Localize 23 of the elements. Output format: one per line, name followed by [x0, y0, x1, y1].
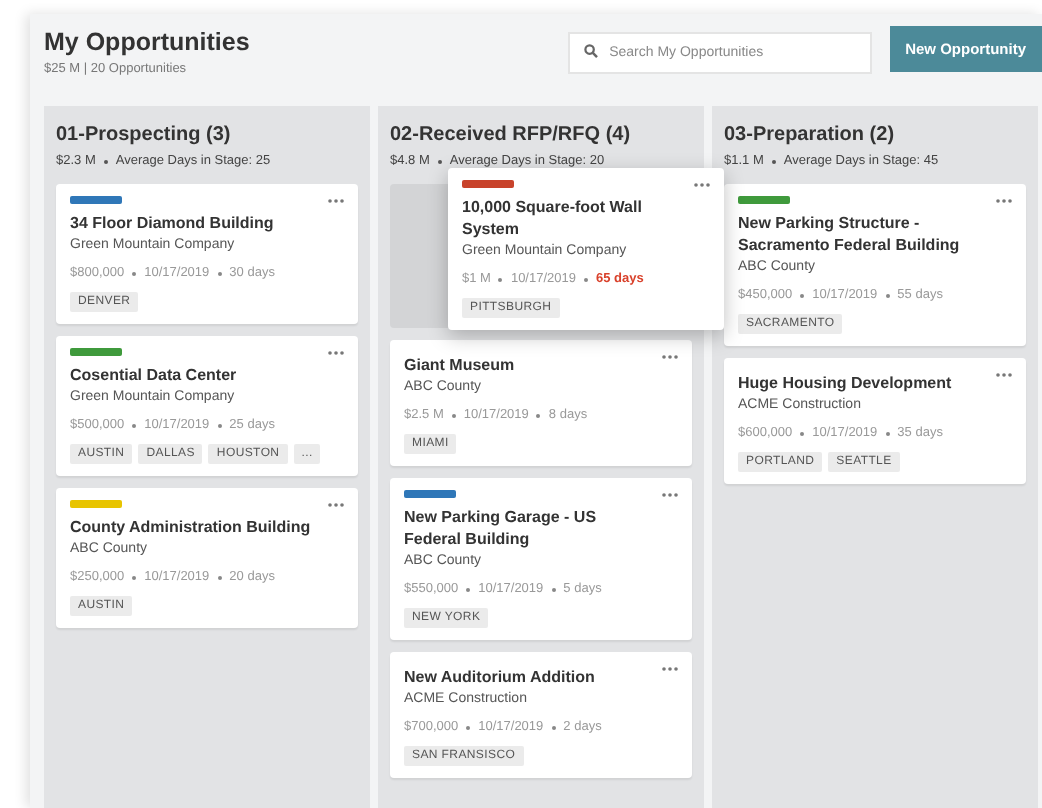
more-icon[interactable] [662, 492, 678, 498]
page-title: My Opportunities [44, 26, 252, 58]
more-icon[interactable] [662, 354, 678, 360]
stage-title: 01-Prospecting (3) [56, 122, 233, 148]
card-title: New Parking Garage - US Federal Building [404, 506, 599, 550]
more-icon[interactable] [662, 666, 678, 672]
card-title: 34 Floor Diamond Building [70, 212, 276, 234]
more-icon[interactable] [694, 182, 710, 188]
card-title: Cosential Data Center [70, 364, 239, 386]
card-title: New Parking Structure - Sacramento Federal Building [738, 212, 962, 256]
more-icon[interactable] [996, 372, 1012, 378]
more-icon[interactable] [996, 198, 1012, 204]
card-title: New Auditorium Addition [404, 666, 597, 688]
more-icon[interactable] [328, 198, 344, 204]
more-icon[interactable] [328, 350, 344, 356]
card-title: 10,000 Square-foot Wall System [462, 196, 644, 240]
stage-title: 02-Received RFP/RFQ (4) [390, 122, 633, 148]
more-icon[interactable] [328, 502, 344, 508]
stage-title: 03-Preparation (2) [724, 122, 897, 148]
card-title: Giant Museum [404, 354, 517, 376]
search-icon [583, 44, 598, 58]
card-title: County Administration Building [70, 516, 313, 538]
card-title: Huge Housing Development [738, 372, 954, 394]
